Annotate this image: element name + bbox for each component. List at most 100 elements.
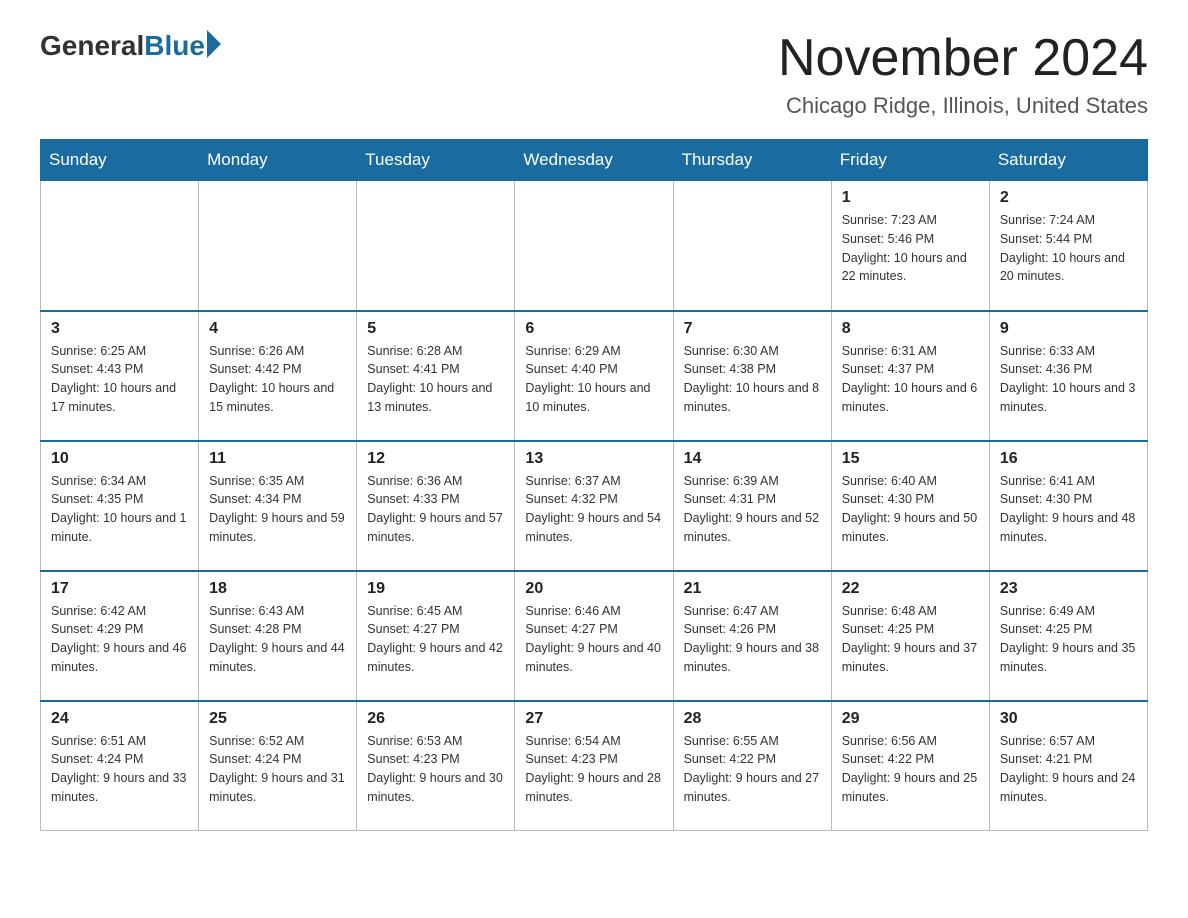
day-info: Sunrise: 6:49 AMSunset: 4:25 PMDaylight:… — [1000, 602, 1137, 677]
day-number: 7 — [684, 320, 821, 338]
logo-blue-part: Blue — [144, 30, 221, 62]
table-row: 5 Sunrise: 6:28 AMSunset: 4:41 PMDayligh… — [357, 311, 515, 441]
table-row: 24 Sunrise: 6:51 AMSunset: 4:24 PMDaylig… — [41, 701, 199, 831]
table-row: 23 Sunrise: 6:49 AMSunset: 4:25 PMDaylig… — [989, 571, 1147, 701]
day-info: Sunrise: 6:37 AMSunset: 4:32 PMDaylight:… — [525, 472, 662, 547]
table-row: 15 Sunrise: 6:40 AMSunset: 4:30 PMDaylig… — [831, 441, 989, 571]
day-number: 16 — [1000, 450, 1137, 468]
calendar-week-row: 10 Sunrise: 6:34 AMSunset: 4:35 PMDaylig… — [41, 441, 1148, 571]
day-info: Sunrise: 7:23 AMSunset: 5:46 PMDaylight:… — [842, 211, 979, 286]
table-row: 22 Sunrise: 6:48 AMSunset: 4:25 PMDaylig… — [831, 571, 989, 701]
day-info: Sunrise: 6:31 AMSunset: 4:37 PMDaylight:… — [842, 342, 979, 417]
day-number: 4 — [209, 320, 346, 338]
logo-blue-text: Blue — [144, 30, 205, 62]
table-row — [41, 181, 199, 311]
table-row — [199, 181, 357, 311]
header-friday: Friday — [831, 140, 989, 181]
day-info: Sunrise: 6:46 AMSunset: 4:27 PMDaylight:… — [525, 602, 662, 677]
day-info: Sunrise: 6:30 AMSunset: 4:38 PMDaylight:… — [684, 342, 821, 417]
table-row: 1 Sunrise: 7:23 AMSunset: 5:46 PMDayligh… — [831, 181, 989, 311]
day-info: Sunrise: 6:36 AMSunset: 4:33 PMDaylight:… — [367, 472, 504, 547]
day-number: 28 — [684, 710, 821, 728]
table-row: 16 Sunrise: 6:41 AMSunset: 4:30 PMDaylig… — [989, 441, 1147, 571]
table-row: 19 Sunrise: 6:45 AMSunset: 4:27 PMDaylig… — [357, 571, 515, 701]
day-info: Sunrise: 6:54 AMSunset: 4:23 PMDaylight:… — [525, 732, 662, 807]
table-row: 28 Sunrise: 6:55 AMSunset: 4:22 PMDaylig… — [673, 701, 831, 831]
day-info: Sunrise: 6:34 AMSunset: 4:35 PMDaylight:… — [51, 472, 188, 547]
header-saturday: Saturday — [989, 140, 1147, 181]
table-row: 26 Sunrise: 6:53 AMSunset: 4:23 PMDaylig… — [357, 701, 515, 831]
logo: General Blue — [40, 30, 221, 62]
day-number: 10 — [51, 450, 188, 468]
day-number: 26 — [367, 710, 504, 728]
table-row — [357, 181, 515, 311]
table-row: 11 Sunrise: 6:35 AMSunset: 4:34 PMDaylig… — [199, 441, 357, 571]
table-row — [515, 181, 673, 311]
day-number: 25 — [209, 710, 346, 728]
day-number: 23 — [1000, 580, 1137, 598]
header: General Blue November 2024 Chicago Ridge… — [40, 30, 1148, 119]
day-info: Sunrise: 6:39 AMSunset: 4:31 PMDaylight:… — [684, 472, 821, 547]
day-info: Sunrise: 6:29 AMSunset: 4:40 PMDaylight:… — [525, 342, 662, 417]
header-wednesday: Wednesday — [515, 140, 673, 181]
calendar-table: Sunday Monday Tuesday Wednesday Thursday… — [40, 139, 1148, 831]
table-row: 7 Sunrise: 6:30 AMSunset: 4:38 PMDayligh… — [673, 311, 831, 441]
header-sunday: Sunday — [41, 140, 199, 181]
day-number: 24 — [51, 710, 188, 728]
day-number: 20 — [525, 580, 662, 598]
table-row: 20 Sunrise: 6:46 AMSunset: 4:27 PMDaylig… — [515, 571, 673, 701]
day-info: Sunrise: 6:25 AMSunset: 4:43 PMDaylight:… — [51, 342, 188, 417]
logo-general-text: General — [40, 30, 144, 62]
table-row: 3 Sunrise: 6:25 AMSunset: 4:43 PMDayligh… — [41, 311, 199, 441]
table-row: 21 Sunrise: 6:47 AMSunset: 4:26 PMDaylig… — [673, 571, 831, 701]
day-number: 17 — [51, 580, 188, 598]
table-row: 30 Sunrise: 6:57 AMSunset: 4:21 PMDaylig… — [989, 701, 1147, 831]
day-info: Sunrise: 6:52 AMSunset: 4:24 PMDaylight:… — [209, 732, 346, 807]
calendar-week-row: 3 Sunrise: 6:25 AMSunset: 4:43 PMDayligh… — [41, 311, 1148, 441]
table-row: 27 Sunrise: 6:54 AMSunset: 4:23 PMDaylig… — [515, 701, 673, 831]
day-number: 27 — [525, 710, 662, 728]
table-row: 8 Sunrise: 6:31 AMSunset: 4:37 PMDayligh… — [831, 311, 989, 441]
title-area: November 2024 Chicago Ridge, Illinois, U… — [778, 30, 1148, 119]
logo-triangle-icon — [207, 30, 221, 58]
days-header-row: Sunday Monday Tuesday Wednesday Thursday… — [41, 140, 1148, 181]
day-number: 18 — [209, 580, 346, 598]
day-info: Sunrise: 6:48 AMSunset: 4:25 PMDaylight:… — [842, 602, 979, 677]
calendar-week-row: 24 Sunrise: 6:51 AMSunset: 4:24 PMDaylig… — [41, 701, 1148, 831]
day-info: Sunrise: 6:43 AMSunset: 4:28 PMDaylight:… — [209, 602, 346, 677]
day-number: 11 — [209, 450, 346, 468]
day-info: Sunrise: 6:42 AMSunset: 4:29 PMDaylight:… — [51, 602, 188, 677]
day-number: 9 — [1000, 320, 1137, 338]
calendar-week-row: 1 Sunrise: 7:23 AMSunset: 5:46 PMDayligh… — [41, 181, 1148, 311]
day-info: Sunrise: 6:40 AMSunset: 4:30 PMDaylight:… — [842, 472, 979, 547]
table-row — [673, 181, 831, 311]
table-row: 13 Sunrise: 6:37 AMSunset: 4:32 PMDaylig… — [515, 441, 673, 571]
day-number: 19 — [367, 580, 504, 598]
header-monday: Monday — [199, 140, 357, 181]
day-number: 8 — [842, 320, 979, 338]
table-row: 14 Sunrise: 6:39 AMSunset: 4:31 PMDaylig… — [673, 441, 831, 571]
calendar-week-row: 17 Sunrise: 6:42 AMSunset: 4:29 PMDaylig… — [41, 571, 1148, 701]
day-number: 2 — [1000, 189, 1137, 207]
table-row: 6 Sunrise: 6:29 AMSunset: 4:40 PMDayligh… — [515, 311, 673, 441]
table-row: 18 Sunrise: 6:43 AMSunset: 4:28 PMDaylig… — [199, 571, 357, 701]
day-info: Sunrise: 6:45 AMSunset: 4:27 PMDaylight:… — [367, 602, 504, 677]
day-number: 5 — [367, 320, 504, 338]
day-info: Sunrise: 6:28 AMSunset: 4:41 PMDaylight:… — [367, 342, 504, 417]
table-row: 9 Sunrise: 6:33 AMSunset: 4:36 PMDayligh… — [989, 311, 1147, 441]
day-info: Sunrise: 6:47 AMSunset: 4:26 PMDaylight:… — [684, 602, 821, 677]
month-title: November 2024 — [778, 30, 1148, 87]
day-info: Sunrise: 6:56 AMSunset: 4:22 PMDaylight:… — [842, 732, 979, 807]
day-number: 21 — [684, 580, 821, 598]
day-number: 1 — [842, 189, 979, 207]
header-tuesday: Tuesday — [357, 140, 515, 181]
table-row: 4 Sunrise: 6:26 AMSunset: 4:42 PMDayligh… — [199, 311, 357, 441]
table-row: 12 Sunrise: 6:36 AMSunset: 4:33 PMDaylig… — [357, 441, 515, 571]
table-row: 17 Sunrise: 6:42 AMSunset: 4:29 PMDaylig… — [41, 571, 199, 701]
day-number: 6 — [525, 320, 662, 338]
day-number: 30 — [1000, 710, 1137, 728]
day-info: Sunrise: 6:41 AMSunset: 4:30 PMDaylight:… — [1000, 472, 1137, 547]
day-info: Sunrise: 6:33 AMSunset: 4:36 PMDaylight:… — [1000, 342, 1137, 417]
day-info: Sunrise: 7:24 AMSunset: 5:44 PMDaylight:… — [1000, 211, 1137, 286]
table-row: 25 Sunrise: 6:52 AMSunset: 4:24 PMDaylig… — [199, 701, 357, 831]
